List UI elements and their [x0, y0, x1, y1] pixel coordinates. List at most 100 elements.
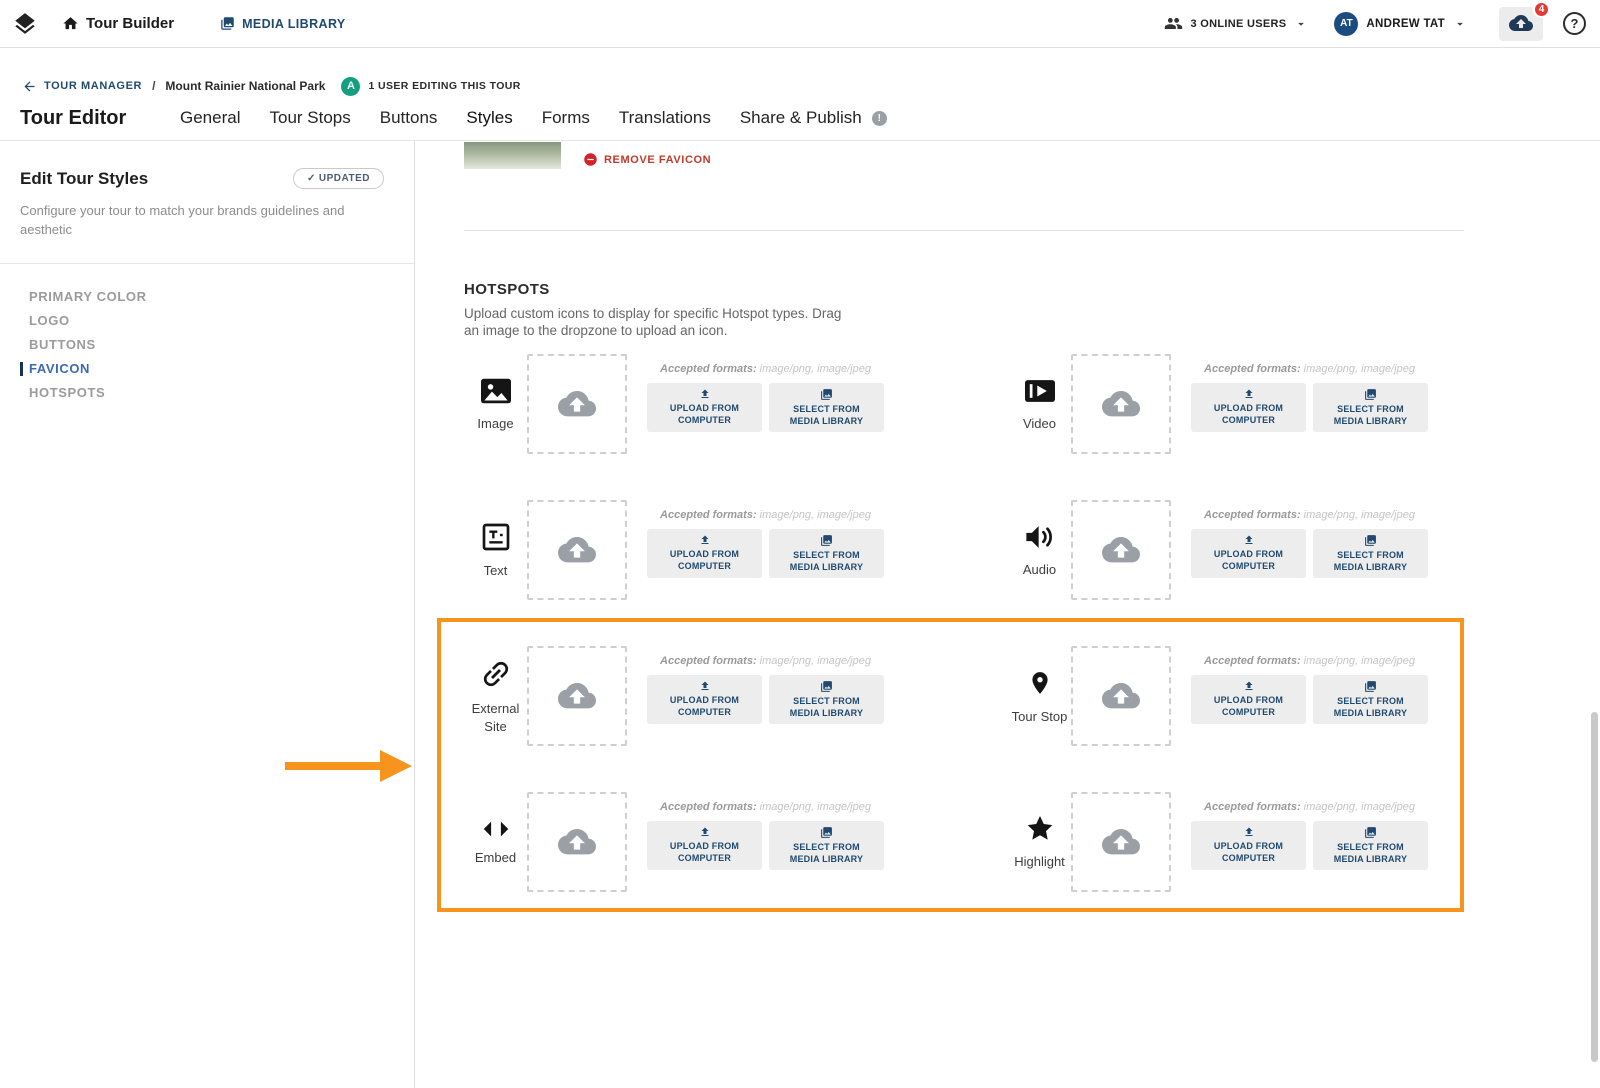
code-icon [481, 818, 511, 840]
upload-cloud-icon [1102, 828, 1140, 856]
editing-user-avatar: A [341, 76, 361, 96]
media-library-icon [1364, 680, 1377, 693]
upload-icon [699, 388, 711, 400]
tab-buttons[interactable]: Buttons [380, 108, 438, 128]
media-library-icon [220, 16, 235, 31]
tour-stop-icon-dropzone[interactable] [1071, 646, 1171, 746]
tour-builder-home-link[interactable]: Tour Builder [62, 15, 174, 32]
styles-sidebar: Edit Tour Styles ✓ UPDATED Configure you… [0, 141, 415, 1088]
online-users-label: 3 ONLINE USERS [1190, 17, 1287, 30]
media-library-icon [820, 826, 833, 839]
select-from-media-library-button[interactable]: SELECT FROM MEDIA LIBRARY [769, 529, 884, 578]
hotspot-type-label: Highlight [1014, 853, 1065, 869]
upload-cloud-icon [558, 682, 596, 710]
remove-favicon-button[interactable]: REMOVE FAVICON [583, 152, 711, 167]
tab-styles[interactable]: Styles [466, 108, 512, 128]
sidebar-item-hotspots[interactable]: HOTSPOTS [29, 385, 384, 400]
main-panel: REMOVE FAVICON HOTSPOTS Upload custom ic… [285, 141, 1600, 1088]
external-site-icon-dropzone[interactable] [527, 646, 627, 746]
tab-general[interactable]: General [180, 108, 240, 128]
audio-icon-dropzone[interactable] [1071, 500, 1171, 600]
hotspot-cell-text: Text Accepted formats: image/png, image/… [464, 500, 884, 600]
media-library-icon [1364, 534, 1377, 547]
link-icon [479, 657, 513, 691]
upload-cloud-icon [1102, 536, 1140, 564]
select-from-media-library-button[interactable]: SELECT FROM MEDIA LIBRARY [1313, 675, 1428, 724]
upload-cloud-icon [558, 536, 596, 564]
editing-users-label: 1 USER EDITING THIS TOUR [368, 80, 521, 92]
sidebar-item-favicon[interactable]: FAVICON [20, 361, 384, 376]
breadcrumb-separator: / [152, 79, 156, 93]
embed-icon-dropzone[interactable] [527, 792, 627, 892]
hotspots-description: Upload custom icons to display for speci… [464, 306, 842, 338]
hotspot-cell-audio: Audio Accepted formats: image/png, image… [1008, 500, 1428, 600]
help-button[interactable]: ? [1563, 12, 1586, 35]
image-icon-dropzone[interactable] [527, 354, 627, 454]
select-from-media-library-button[interactable]: SELECT FROM MEDIA LIBRARY [1313, 529, 1428, 578]
upload-icon [699, 680, 711, 692]
upload-icon [1243, 826, 1255, 838]
style-nav: PRIMARY COLOR LOGO BUTTONS FAVICON HOTSP… [20, 289, 384, 400]
upload-from-computer-button[interactable]: UPLOAD FROM COMPUTER [647, 383, 762, 432]
hotspot-row: Embed Accepted formats: image/png, image… [464, 792, 1600, 892]
hotspot-cell-video: Video Accepted formats: image/png, image… [1008, 354, 1428, 454]
upload-from-computer-button[interactable]: UPLOAD FROM COMPUTER [1191, 383, 1306, 432]
tab-translations[interactable]: Translations [619, 108, 711, 128]
vertical-scrollbar[interactable] [1591, 712, 1598, 1062]
text-icon-dropzone[interactable] [527, 500, 627, 600]
media-library-label: MEDIA LIBRARY [242, 16, 346, 31]
upload-from-computer-button[interactable]: UPLOAD FROM COMPUTER [1191, 821, 1306, 870]
online-users-menu[interactable]: 3 ONLINE USERS [1154, 14, 1335, 33]
hotspot-row: Image Accepted formats: image/png, image… [464, 354, 1600, 454]
media-library-icon [1364, 388, 1377, 401]
media-library-icon [820, 680, 833, 693]
hotspot-row: Text Accepted formats: image/png, image/… [464, 500, 1600, 600]
user-menu[interactable]: AT ANDREW TAT [1334, 11, 1467, 36]
media-library-link[interactable]: MEDIA LIBRARY [220, 16, 346, 31]
hotspot-cell-image: Image Accepted formats: image/png, image… [464, 354, 884, 454]
sidebar-item-logo[interactable]: LOGO [29, 313, 384, 328]
content-area: Edit Tour Styles ✓ UPDATED Configure you… [0, 141, 1600, 1088]
image-icon [479, 376, 513, 406]
upload-from-computer-button[interactable]: UPLOAD FROM COMPUTER [647, 675, 762, 724]
upload-from-computer-button[interactable]: UPLOAD FROM COMPUTER [1191, 675, 1306, 724]
tab-forms[interactable]: Forms [542, 108, 590, 128]
chevron-down-icon [1294, 17, 1308, 31]
section-divider [464, 230, 1464, 231]
breadcrumb: TOUR MANAGER / Mount Rainier National Pa… [0, 48, 1600, 96]
upload-from-computer-button[interactable]: UPLOAD FROM COMPUTER [647, 821, 762, 870]
upload-cloud-icon [1102, 682, 1140, 710]
app-logo-layers-icon[interactable] [12, 11, 38, 37]
hotspot-row: External Site Accepted formats: image/pn… [464, 646, 1600, 746]
sidebar-item-primary-color[interactable]: PRIMARY COLOR [29, 289, 384, 304]
back-to-tour-manager-link[interactable]: TOUR MANAGER [22, 79, 142, 94]
tour-name: Mount Rainier National Park [165, 79, 326, 93]
tab-tour-stops[interactable]: Tour Stops [269, 108, 350, 128]
back-arrow-icon [22, 79, 37, 94]
tab-share-publish[interactable]: Share & Publish [740, 108, 862, 128]
map-pin-icon [1027, 667, 1053, 699]
select-from-media-library-button[interactable]: SELECT FROM MEDIA LIBRARY [1313, 821, 1428, 870]
select-from-media-library-button[interactable]: SELECT FROM MEDIA LIBRARY [769, 383, 884, 432]
annotated-region: External Site Accepted formats: image/pn… [285, 618, 1600, 912]
upload-from-computer-button[interactable]: UPLOAD FROM COMPUTER [647, 529, 762, 578]
updated-badge: ✓ UPDATED [293, 168, 384, 189]
cloud-sync-button[interactable]: 4 [1499, 0, 1550, 41]
accepted-formats: Accepted formats: image/png, image/jpeg [1204, 801, 1415, 813]
top-navbar: Tour Builder MEDIA LIBRARY 3 ONLINE USER… [0, 0, 1600, 48]
hotspot-cell-embed: Embed Accepted formats: image/png, image… [464, 792, 884, 892]
sidebar-divider [0, 262, 414, 264]
info-icon[interactable]: ! [871, 110, 887, 126]
sidebar-item-buttons[interactable]: BUTTONS [29, 337, 384, 352]
select-from-media-library-button[interactable]: SELECT FROM MEDIA LIBRARY [769, 675, 884, 724]
select-from-media-library-button[interactable]: SELECT FROM MEDIA LIBRARY [1313, 383, 1428, 432]
text-icon [480, 521, 512, 553]
tour-manager-label: TOUR MANAGER [44, 80, 143, 92]
editor-header: TOUR MANAGER / Mount Rainier National Pa… [0, 48, 1600, 141]
upload-icon [699, 534, 711, 546]
video-icon-dropzone[interactable] [1071, 354, 1171, 454]
select-from-media-library-button[interactable]: SELECT FROM MEDIA LIBRARY [769, 821, 884, 870]
upload-cloud-icon [558, 828, 596, 856]
upload-from-computer-button[interactable]: UPLOAD FROM COMPUTER [1191, 529, 1306, 578]
highlight-icon-dropzone[interactable] [1071, 792, 1171, 892]
